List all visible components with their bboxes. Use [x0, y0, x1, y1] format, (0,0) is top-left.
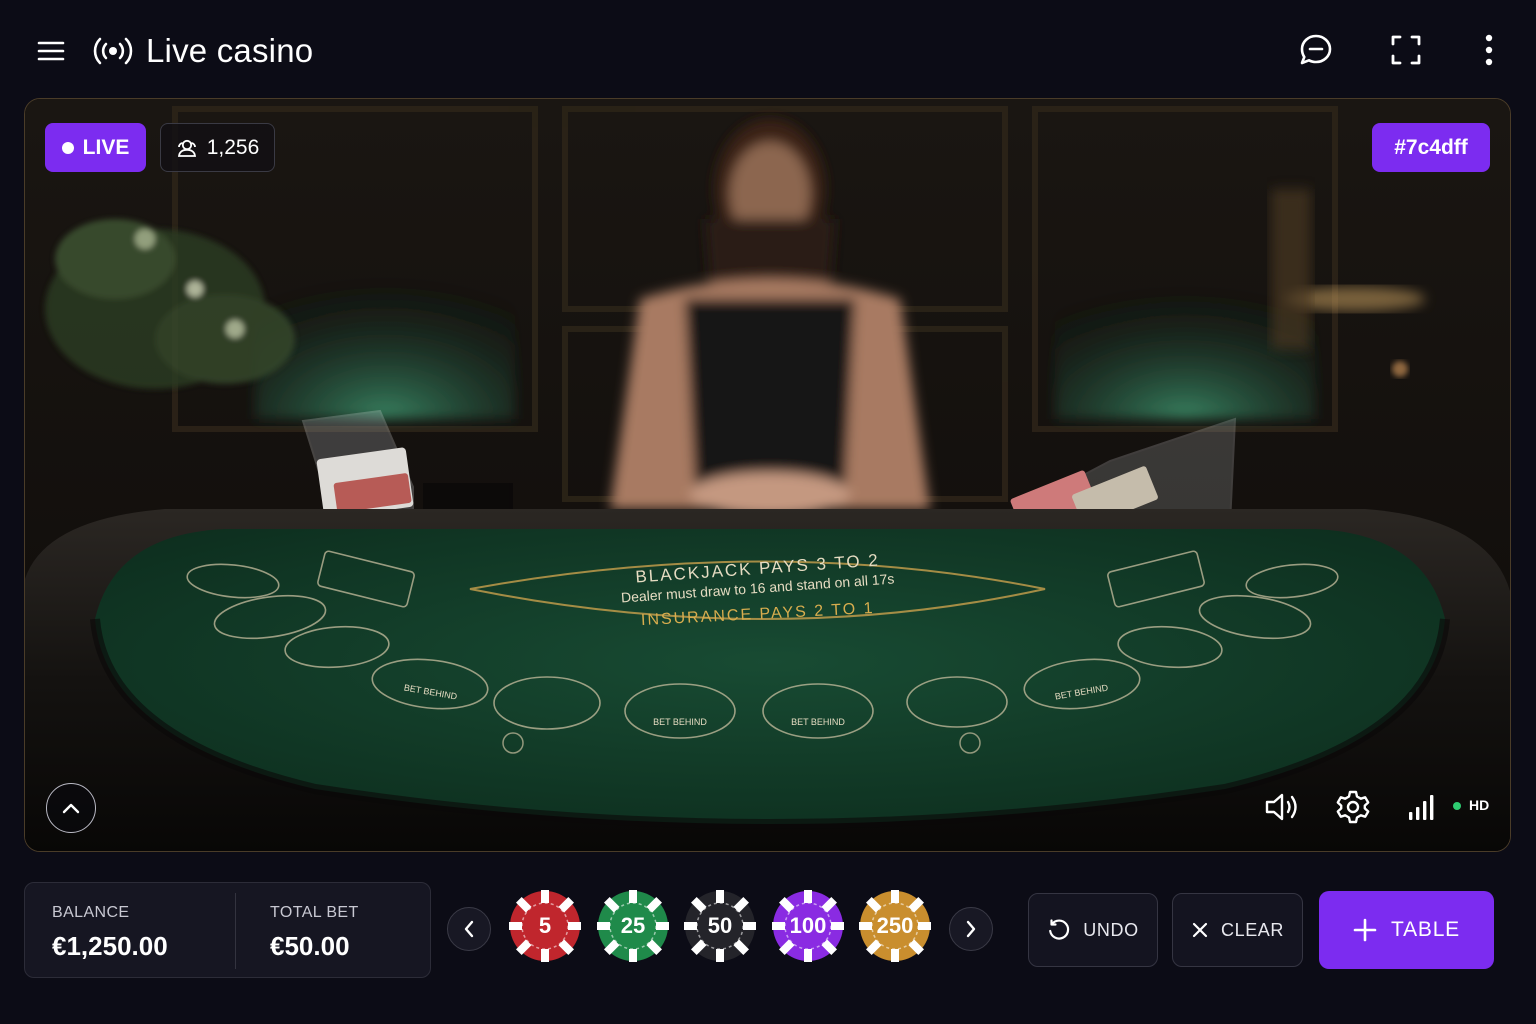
- stream-status-dot: [1453, 802, 1461, 810]
- page-title: Live casino: [146, 32, 314, 69]
- fullscreen-icon[interactable]: [1386, 30, 1426, 70]
- bet-behind-label: BET BEHIND: [791, 717, 845, 727]
- chat-bubble-icon[interactable]: [1296, 30, 1336, 70]
- total-bet-label: TOTAL BET: [270, 904, 359, 921]
- plus-icon: [1353, 918, 1377, 942]
- poker-chip-icon: [596, 889, 670, 963]
- table-label: TABLE: [1391, 918, 1460, 941]
- chip-100[interactable]: 100: [771, 889, 845, 963]
- viewers-badge: 1,256: [160, 123, 275, 172]
- live-label: LIVE: [82, 135, 130, 159]
- live-badge: LIVE: [45, 123, 146, 172]
- undo-label: UNDO: [1083, 919, 1139, 940]
- undo-button[interactable]: UNDO: [1028, 893, 1158, 967]
- poker-chip-icon: [858, 889, 932, 963]
- hamburger-menu-icon[interactable]: [32, 32, 70, 70]
- poker-chip-icon: [683, 889, 757, 963]
- poker-chip-icon: [508, 889, 582, 963]
- add-table-button[interactable]: TABLE: [1319, 891, 1494, 969]
- signal-strength-icon: [1403, 785, 1443, 829]
- chip-50[interactable]: 50: [683, 889, 757, 963]
- clear-button[interactable]: CLEAR: [1172, 893, 1303, 967]
- quality-label[interactable]: HD: [1469, 797, 1489, 813]
- chevron-right-icon[interactable]: [949, 907, 993, 951]
- chip-250[interactable]: 250: [858, 889, 932, 963]
- poker-chip-icon: [771, 889, 845, 963]
- broadcast-icon: [92, 32, 134, 70]
- table-id-badge: #7c4dff: [1372, 123, 1490, 172]
- live-video-stage[interactable]: BLACKJACK PAYS 3 TO 2 Dealer must draw t…: [24, 98, 1511, 852]
- total-bet-value: €50.00: [270, 931, 350, 961]
- bet-behind-label: BET BEHIND: [653, 717, 707, 727]
- dealer-table-video: BLACKJACK PAYS 3 TO 2 Dealer must draw t…: [25, 99, 1510, 851]
- top-app-bar: Live casino: [0, 0, 1536, 98]
- balance-label: BALANCE: [52, 904, 130, 921]
- gear-icon[interactable]: [1331, 785, 1375, 829]
- volume-icon[interactable]: [1261, 785, 1305, 829]
- chevron-left-icon[interactable]: [447, 907, 491, 951]
- viewer-count: 1,256: [206, 135, 260, 159]
- divider: [235, 893, 236, 969]
- chip-25[interactable]: 25: [596, 889, 670, 963]
- clear-label: CLEAR: [1220, 919, 1285, 940]
- close-icon: [1192, 922, 1208, 938]
- undo-icon: [1049, 919, 1070, 940]
- chevron-up-icon[interactable]: [46, 783, 96, 833]
- chip-5[interactable]: 5: [508, 889, 582, 963]
- balance-value: €1,250.00: [52, 931, 168, 961]
- live-dot-icon: [61, 141, 74, 154]
- more-vertical-icon[interactable]: [1470, 30, 1508, 70]
- balance-card: BALANCE €1,250.00 TOTAL BET €50.00: [24, 882, 431, 978]
- users-icon: [177, 139, 196, 157]
